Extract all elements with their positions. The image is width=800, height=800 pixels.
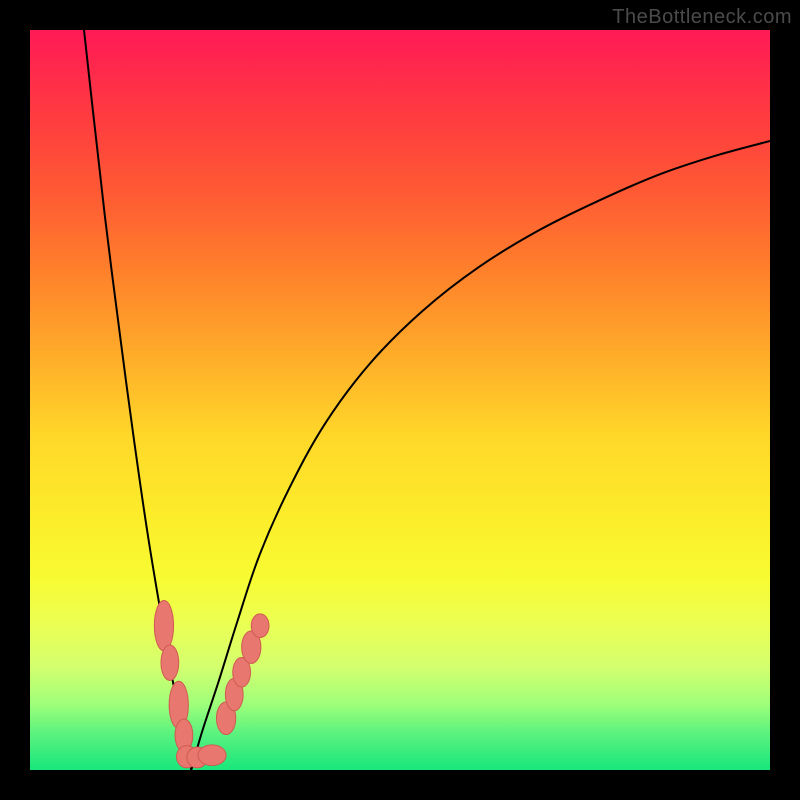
data-marker (198, 745, 226, 766)
data-marker (161, 645, 179, 681)
data-marker (251, 614, 269, 638)
chart-container: TheBottleneck.com (0, 0, 800, 800)
data-markers (154, 601, 269, 768)
attribution-label: TheBottleneck.com (612, 6, 792, 29)
data-marker (154, 601, 173, 651)
curve-right (191, 141, 770, 770)
plot-area (30, 30, 770, 770)
curve-layer (30, 30, 770, 770)
